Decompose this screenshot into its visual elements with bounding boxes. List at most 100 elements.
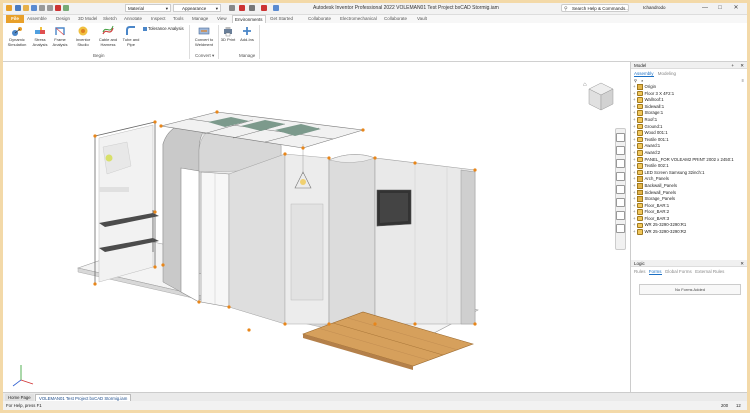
tree-item[interactable]: + Arch_Panels [633, 176, 746, 183]
tree-item[interactable]: + Floor_BAR:1 [633, 203, 746, 210]
minimize-button[interactable]: — [698, 3, 712, 14]
pan-icon[interactable] [616, 146, 625, 155]
undo-icon[interactable] [39, 5, 45, 11]
open-icon[interactable] [23, 5, 29, 11]
home-icon[interactable] [55, 5, 61, 11]
zoom-all-icon[interactable] [616, 198, 625, 207]
tab-annotate[interactable]: Annotate [122, 15, 144, 23]
tree-item[interactable]: + Floor_BAR:2 [633, 209, 746, 216]
stress-analysis-button[interactable]: Stress Analysis [30, 25, 50, 47]
close-button[interactable]: ✕ [729, 3, 743, 14]
cable-harness-button[interactable]: Cable and Harness [97, 25, 119, 47]
redo-icon[interactable] [47, 5, 53, 11]
tab-rules[interactable]: Rules [634, 269, 646, 274]
parameters-icon[interactable] [249, 5, 255, 11]
graphics-viewport[interactable]: ⌂ [3, 62, 629, 392]
tab-collaborate[interactable]: Collaborate [306, 15, 333, 23]
tube-pipe-button[interactable]: Tube and Pipe [121, 25, 141, 47]
material-dropdown[interactable]: Material ▾ [125, 4, 171, 12]
search-icon[interactable]: ⌕ [641, 78, 643, 83]
options-icon[interactable] [273, 5, 279, 11]
orbit-icon[interactable] [616, 172, 625, 181]
tree-item[interactable]: + Storage_Panels [633, 196, 746, 203]
close-icon[interactable]: ✕ [740, 62, 744, 69]
tree-item[interactable]: + WR 25-3290-3290:R2 [633, 229, 746, 236]
save-icon[interactable] [31, 5, 37, 11]
update-icon[interactable] [63, 5, 69, 11]
tab-file[interactable]: File [6, 15, 24, 23]
inventor-logo-icon[interactable] [6, 5, 12, 11]
no-forms-button[interactable]: No Forms Added [639, 284, 741, 295]
part-icon [637, 143, 643, 149]
navbar-options-icon[interactable] [616, 224, 625, 233]
folder-icon [637, 189, 643, 196]
ribbon-tabs: File Assemble Design 3D Model Sketch Ann… [3, 15, 747, 24]
full-navigation-wheel-icon[interactable] [616, 133, 625, 142]
tab-3d-model[interactable]: 3D Model [76, 15, 99, 23]
close-icon[interactable]: ✕ [740, 260, 744, 267]
tree-item[interactable]: + Sidewall:1 [633, 104, 746, 111]
cross-icon[interactable] [261, 5, 267, 11]
tab-sketch[interactable]: Sketch [101, 15, 119, 23]
tree-item[interactable]: + Storage:1 [633, 110, 746, 117]
tree-item[interactable]: + PANEL_FOR VOLEAM2 PRINT 2002 x 2450:1 [633, 157, 746, 164]
look-at-icon[interactable] [616, 185, 625, 194]
tree-item[interactable]: + Origin [633, 84, 746, 91]
tree-item[interactable]: + Textile 002:1 [633, 163, 746, 170]
tree-item[interactable]: + Wallroof:1 [633, 97, 746, 104]
tab-assemble[interactable]: Assemble [25, 15, 49, 23]
tab-collaborate-2[interactable]: Collaborate [382, 15, 409, 23]
tree-item[interactable]: + Sidewall_Panels [633, 190, 746, 197]
home-view-icon[interactable]: ⌂ [583, 82, 587, 88]
measure-icon[interactable] [229, 5, 235, 11]
tab-tools[interactable]: Tools [171, 15, 186, 23]
menu-icon[interactable]: ≡ [742, 78, 744, 83]
tab-design[interactable]: Design [54, 15, 72, 23]
adjust-icon[interactable] [239, 5, 245, 11]
convert-weldment-button[interactable]: Convert to Weldment [191, 25, 217, 47]
tree-item[interactable]: + Ground:1 [633, 124, 746, 131]
new-icon[interactable] [15, 5, 21, 11]
tab-global-forms[interactable]: Global Forms [665, 269, 692, 274]
tolerance-analysis-button[interactable]: Tolerance Analysis [143, 26, 184, 31]
tree-item[interactable]: + LED Screen Samsung 32inch:1 [633, 170, 746, 177]
tree-item[interactable]: + Award:1 [633, 143, 746, 150]
tree-item[interactable]: + Backwall_Panels [633, 183, 746, 190]
add-ins-button[interactable]: Add-Ins [238, 25, 256, 43]
zoom-icon[interactable] [616, 159, 625, 168]
tree-item[interactable]: + Wood 001:1 [633, 130, 746, 137]
dynamic-simulation-button[interactable]: Dynamic Simulation [5, 25, 29, 47]
part-icon [637, 169, 643, 176]
tab-electromechanical[interactable]: Electromechanical [338, 15, 379, 23]
inventor-studio-button[interactable]: Inventor Studio [73, 25, 93, 47]
booth-3d-model[interactable] [3, 62, 629, 392]
tab-modeling[interactable]: Modeling [658, 71, 676, 76]
search-input[interactable]: Search Help & Commands... [561, 4, 629, 12]
tab-get-started[interactable]: Get Started [268, 15, 295, 23]
tab-vault[interactable]: Vault [415, 15, 429, 23]
user-name[interactable]: Ichandrodo [643, 5, 666, 10]
tree-item[interactable]: + Award:2 [633, 150, 746, 157]
tree-item[interactable]: + Floor_BAR:3 [633, 216, 746, 223]
filter-icon[interactable]: ⚲ [634, 78, 637, 83]
tab-assembly[interactable]: Assembly [634, 71, 654, 77]
tab-view[interactable]: View [215, 15, 229, 23]
frame-analysis-button[interactable]: Frame Analysis [50, 25, 70, 47]
tab-inspect[interactable]: Inspect [149, 15, 168, 23]
tab-external-rules[interactable]: External Rules [695, 269, 724, 274]
tree-item[interactable]: + WR 25-3290-3290:R1 [633, 222, 746, 229]
viewcube-icon[interactable] [586, 80, 616, 114]
appearance-dropdown[interactable]: Appearance ▾ [173, 4, 221, 12]
tree-item[interactable]: + Floor 3 X 4F2:1 [633, 91, 746, 98]
part-icon [637, 202, 643, 209]
free-orbit-icon[interactable] [616, 211, 625, 220]
tab-forms[interactable]: Forms [648, 269, 662, 275]
tree-item[interactable]: + Roof:1 [633, 117, 746, 124]
3d-print-button[interactable]: 3D Print [219, 25, 237, 43]
maximize-button[interactable]: □ [713, 3, 727, 14]
doc-tab-home[interactable]: Home Page [5, 394, 34, 401]
tab-manage[interactable]: Manage [190, 15, 210, 23]
tree-item[interactable]: + Textile 001:1 [633, 137, 746, 144]
part-icon [637, 163, 643, 169]
plus-icon[interactable]: + [731, 62, 734, 69]
